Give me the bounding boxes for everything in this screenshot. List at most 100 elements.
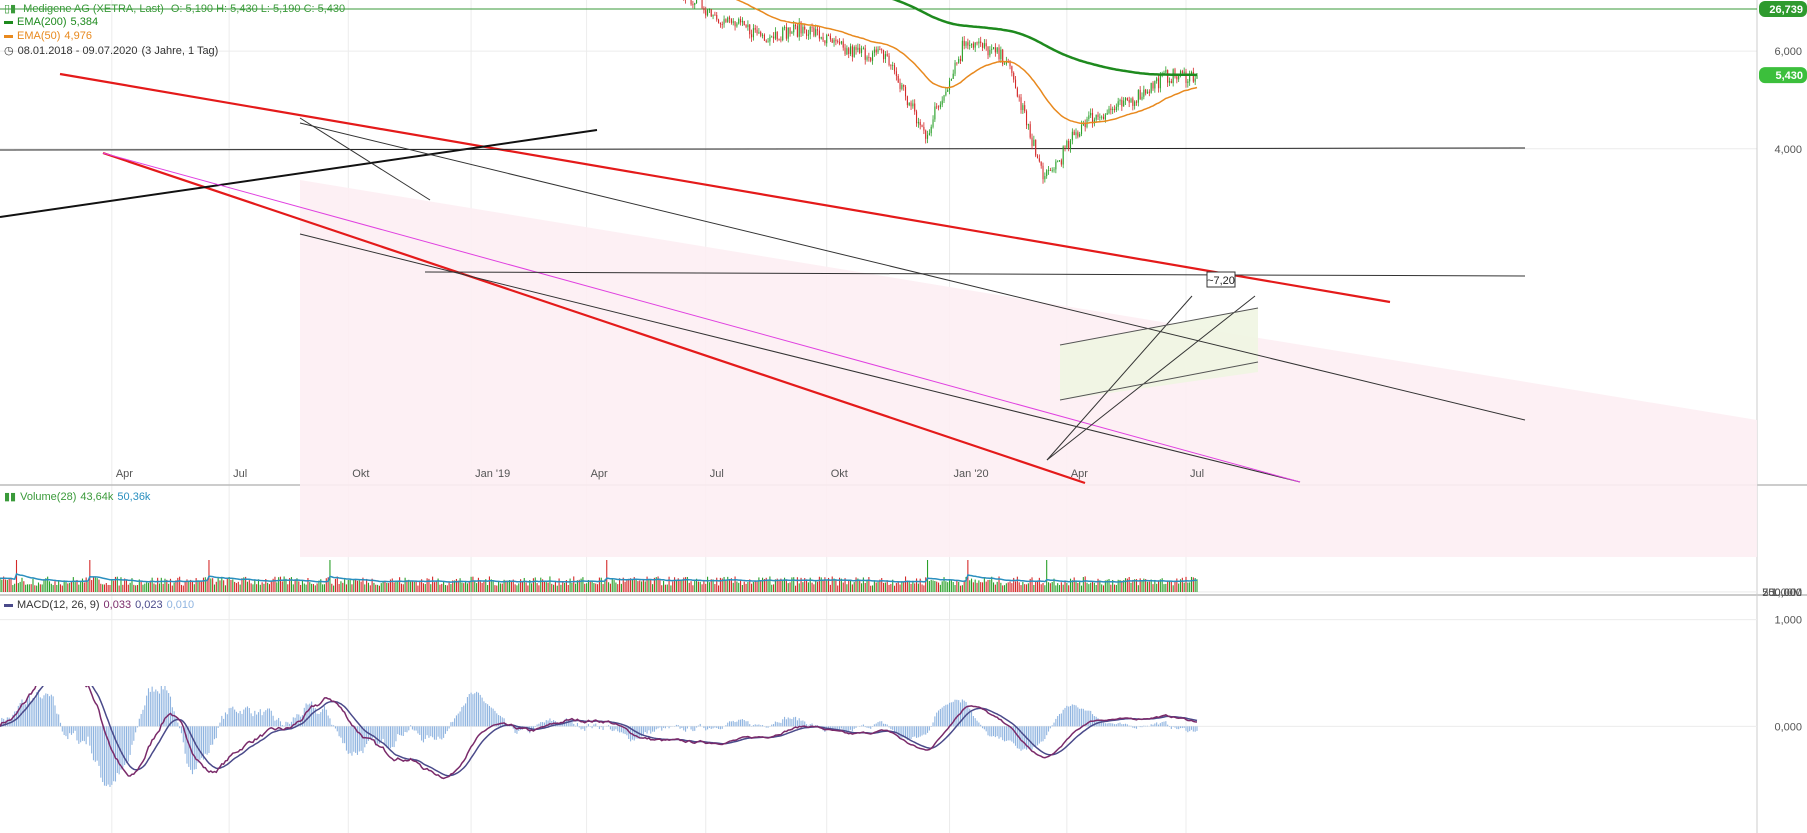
candle-body xyxy=(1146,91,1149,94)
volume-bar xyxy=(395,580,397,592)
volume-bar xyxy=(468,581,470,592)
macd-histogram-bar xyxy=(1016,726,1018,749)
volume-bar xyxy=(593,583,595,592)
volume-bar xyxy=(377,584,379,592)
volume-bar xyxy=(628,578,630,592)
macd-histogram-bar xyxy=(1121,724,1123,727)
macd-histogram-bar xyxy=(94,726,96,762)
volume-bar xyxy=(630,578,632,592)
volume-bar xyxy=(1055,585,1057,592)
volume-bar xyxy=(1121,580,1123,592)
macd-histogram-bar xyxy=(208,726,210,753)
candle-body xyxy=(752,28,754,38)
chart-svg[interactable]: 4,0006,0008,00010,00012,00014,00016,0001… xyxy=(0,0,1807,833)
macd-histogram-bar xyxy=(180,726,183,734)
volume-bar xyxy=(923,585,925,592)
volume-bar xyxy=(312,584,315,592)
macd-histogram-bar xyxy=(122,726,124,768)
macd-histogram-bar xyxy=(388,726,390,749)
macd-histogram-bar xyxy=(47,693,49,727)
macd-histogram-bar xyxy=(608,725,610,727)
volume-bar xyxy=(50,583,52,592)
macd-histogram-bar xyxy=(59,722,62,727)
candle-body xyxy=(817,29,819,31)
volume-bar xyxy=(1167,580,1169,592)
volume-bar xyxy=(199,580,201,592)
volume-bar xyxy=(160,577,162,592)
candle-body xyxy=(945,91,947,96)
ema200-legend: EMA(200) 5,384 xyxy=(4,16,102,28)
macd-label: MACD(12, 26, 9) xyxy=(17,599,100,611)
macd-histogram-bar xyxy=(996,726,998,737)
candle-body xyxy=(793,24,795,33)
volume-bar xyxy=(393,582,395,592)
candle-body xyxy=(741,20,743,23)
candle-body xyxy=(1159,75,1161,89)
volume-bar xyxy=(743,581,745,592)
candle-body xyxy=(954,62,956,74)
macd-histogram-bar xyxy=(721,726,723,729)
volume-bar xyxy=(1128,576,1130,592)
macd-histogram-bar xyxy=(650,726,652,734)
volume-bar xyxy=(1080,585,1083,592)
volume-bar xyxy=(72,577,74,592)
macd-histogram-bar xyxy=(210,726,212,745)
macd-histogram-bar xyxy=(474,693,476,727)
volume-bar xyxy=(1022,581,1024,592)
volume-bar xyxy=(325,578,327,592)
volume-bar xyxy=(162,583,164,592)
macd-histogram-bar xyxy=(928,726,930,731)
volume-bar xyxy=(213,584,216,592)
candle-body xyxy=(749,24,751,35)
macd-histogram-bar xyxy=(1126,724,1128,727)
candle-body xyxy=(1069,140,1072,149)
volume-bar xyxy=(666,584,668,592)
volume-bar xyxy=(756,581,758,592)
candle-body xyxy=(1053,169,1055,171)
candle-body xyxy=(694,3,696,5)
volume-bar xyxy=(477,577,479,592)
volume-bar xyxy=(1057,583,1059,592)
volume-tick-label: 1,00M xyxy=(1771,587,1802,599)
volume-bar xyxy=(100,583,102,592)
macd-histogram-bar xyxy=(248,708,250,727)
candle-body xyxy=(1128,100,1130,103)
candle-body xyxy=(707,9,709,16)
candle-body xyxy=(1152,82,1154,89)
ema50-line xyxy=(735,0,1198,125)
candle-body xyxy=(1090,112,1092,116)
volume-bar xyxy=(305,584,307,592)
macd-histogram-bar xyxy=(778,722,780,727)
macd-histogram-bar xyxy=(1112,723,1114,727)
candle-body xyxy=(809,26,811,35)
volume-bar xyxy=(912,580,914,592)
macd-histogram-bar xyxy=(485,703,487,727)
macd-histogram-bar xyxy=(699,723,701,727)
candle-body xyxy=(1046,170,1048,177)
volume-bar xyxy=(675,579,677,592)
volume-bar xyxy=(888,584,890,592)
macd-histogram-bar xyxy=(246,706,249,727)
volume-bar xyxy=(158,583,161,592)
volume-bar xyxy=(1086,582,1088,592)
volume-bar xyxy=(846,584,848,592)
volume-bar xyxy=(237,581,239,592)
y-tick-label: 4,000 xyxy=(1774,144,1802,156)
macd-histogram-bar xyxy=(450,722,452,727)
volume-bar xyxy=(1016,576,1018,592)
volume-bar xyxy=(1064,580,1066,592)
volume-bar xyxy=(663,580,665,592)
candle-body xyxy=(833,39,835,43)
macd-histogram-bar xyxy=(864,726,866,728)
macd-value-3: 0,010 xyxy=(166,599,195,611)
macd-histogram-bar xyxy=(919,726,921,737)
volume-bar xyxy=(1036,580,1039,592)
candle-body xyxy=(703,8,705,11)
candle-body xyxy=(1115,106,1117,111)
volume-bar xyxy=(254,579,256,592)
candle-body xyxy=(769,36,771,42)
macd-histogram-bar xyxy=(980,724,982,727)
candle-body xyxy=(690,0,692,5)
volume-bar xyxy=(1007,582,1009,592)
volume-bar xyxy=(384,580,386,592)
